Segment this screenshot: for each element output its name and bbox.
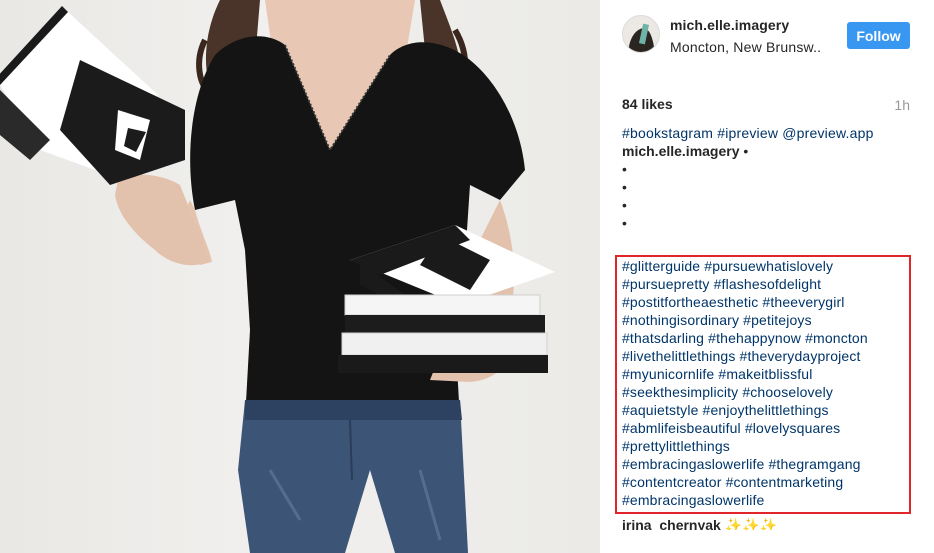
- caption-author-suffix: •: [739, 143, 749, 159]
- avatar[interactable]: [622, 15, 660, 53]
- hashtag-line[interactable]: #livethelittlethings #theverydayproject: [622, 347, 912, 365]
- caption-author[interactable]: mich.elle.imagery: [622, 143, 740, 159]
- hashtag-line[interactable]: #seekthesimplicity #chooselovely: [622, 383, 912, 401]
- post-location[interactable]: Moncton, New Brunsw..: [670, 39, 821, 55]
- caption-bullet: •: [622, 197, 627, 213]
- hashtag-line[interactable]: #thatsdarling #thehappynow #moncton: [622, 329, 912, 347]
- hashtag-line[interactable]: #nothingisordinary #petitejoys: [622, 311, 912, 329]
- hashtag-line[interactable]: #aquietstyle #enjoythelittlethings: [622, 401, 912, 419]
- post-caption: #bookstagram #ipreview @preview.app mich…: [622, 124, 922, 232]
- hashtag-line[interactable]: #contentcreator #contentmarketing: [622, 473, 912, 491]
- comment-username[interactable]: irina_chernyak: [622, 517, 721, 530]
- hashtag-line[interactable]: #glitterguide #pursuewhatislovely: [622, 257, 912, 275]
- hashtag-line[interactable]: #abmlifeisbeautiful #lovelysquares: [622, 419, 912, 437]
- post-header: mich.elle.imagery Moncton, New Brunsw.. …: [600, 0, 934, 76]
- caption-author-line: mich.elle.imagery •: [622, 142, 922, 160]
- hashtag-line[interactable]: #embracingaslowerlife #thegramgang: [622, 455, 912, 473]
- avatar-image: [623, 16, 659, 52]
- caption-tagline[interactable]: #bookstagram #ipreview @preview.app: [622, 124, 922, 142]
- hashtag-list: #glitterguide #pursuewhatislovely #pursu…: [622, 257, 912, 509]
- sparkles-icon: ✨✨✨: [724, 517, 778, 530]
- post-username[interactable]: mich.elle.imagery: [670, 17, 789, 33]
- post-photo[interactable]: [0, 0, 600, 553]
- post-time[interactable]: 1h: [894, 97, 910, 113]
- comment-row: irina_chernyak ✨✨✨: [622, 516, 777, 530]
- hashtag-line[interactable]: #myunicornlife #makeitblissful: [622, 365, 912, 383]
- caption-bullet: •: [622, 161, 627, 177]
- hashtag-line[interactable]: #embracingaslowerlife: [622, 491, 912, 509]
- post-image: [0, 0, 555, 553]
- hashtag-line[interactable]: #prettylittlethings: [622, 437, 912, 455]
- hashtag-line[interactable]: #postitfortheaesthetic #theeverygirl: [622, 293, 912, 311]
- likes-count[interactable]: 84 likes: [622, 96, 673, 112]
- follow-button[interactable]: Follow: [847, 22, 910, 49]
- left-book: [0, 6, 185, 185]
- post-sidebar: mich.elle.imagery Moncton, New Brunsw.. …: [600, 0, 934, 553]
- caption-bullet: •: [622, 179, 627, 195]
- caption-bullet: •: [622, 215, 627, 231]
- hashtag-line[interactable]: #pursuepretty #flashesofdelight: [622, 275, 912, 293]
